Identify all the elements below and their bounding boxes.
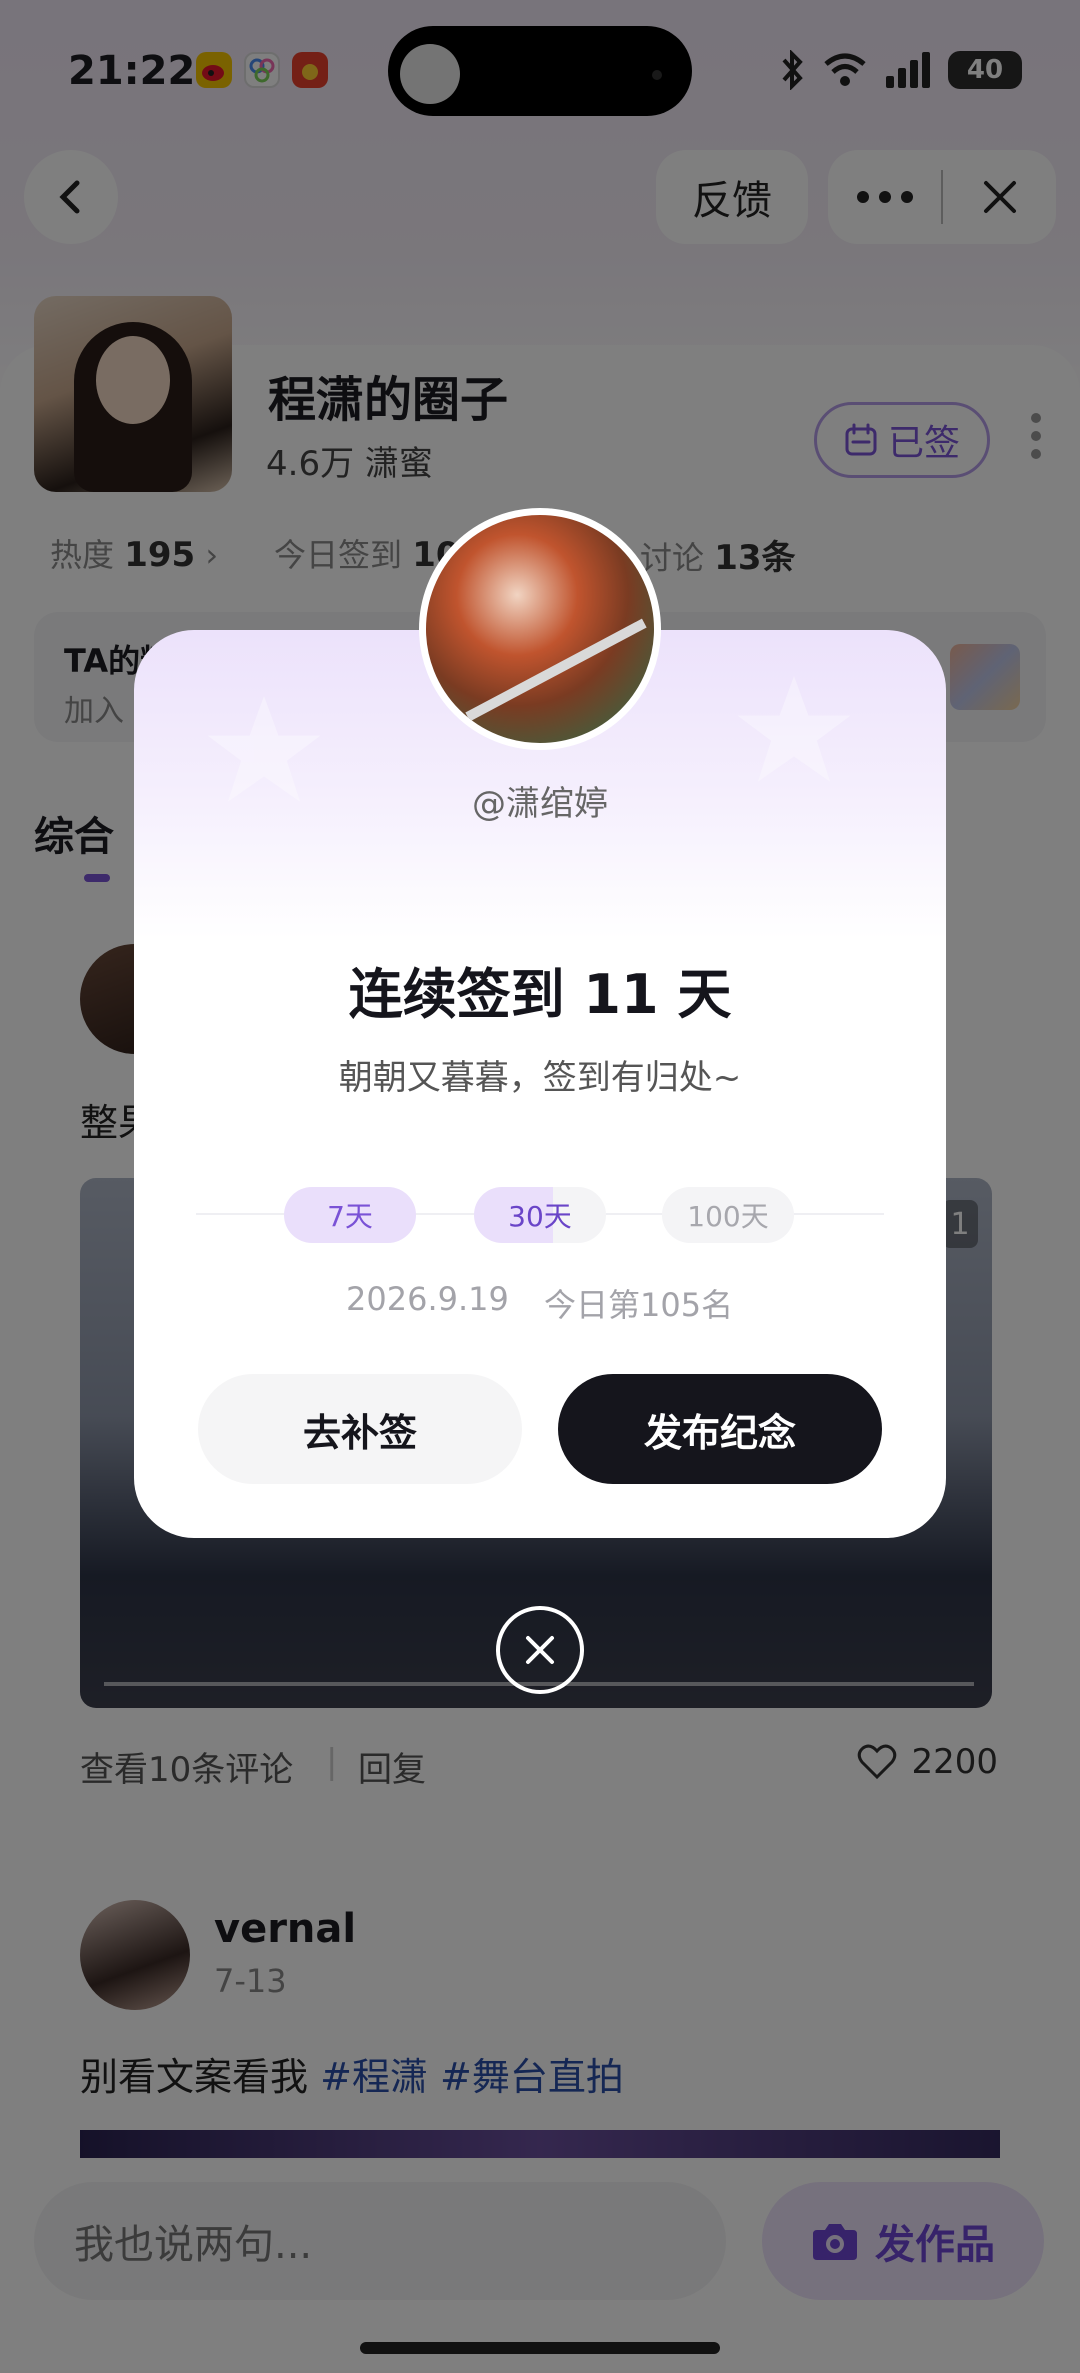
makeup-signin-button[interactable]: 去补签 xyxy=(198,1374,522,1484)
modal-username: @潇绾婷 xyxy=(472,784,608,824)
signin-rank: 今日第105名 xyxy=(544,1286,734,1324)
milestone-30-days: 30天 xyxy=(474,1187,606,1243)
user-avatar xyxy=(419,508,661,750)
milestone-100-days: 100天 xyxy=(662,1187,794,1243)
signin-date: 2026.9.19 xyxy=(346,1280,509,1318)
streak-title: 连续签到 11 天 xyxy=(348,963,732,1026)
streak-subtitle: 朝朝又暮暮，签到有归处~ xyxy=(338,1058,742,1098)
modal-close-button[interactable] xyxy=(496,1606,584,1694)
milestone-7-days: 7天 xyxy=(284,1187,416,1243)
star-decoration-icon xyxy=(737,676,851,782)
home-indicator[interactable] xyxy=(360,2342,720,2354)
close-icon xyxy=(526,1636,554,1664)
publish-memorial-button[interactable]: 发布纪念 xyxy=(558,1374,882,1484)
avatar-detail xyxy=(465,618,647,722)
